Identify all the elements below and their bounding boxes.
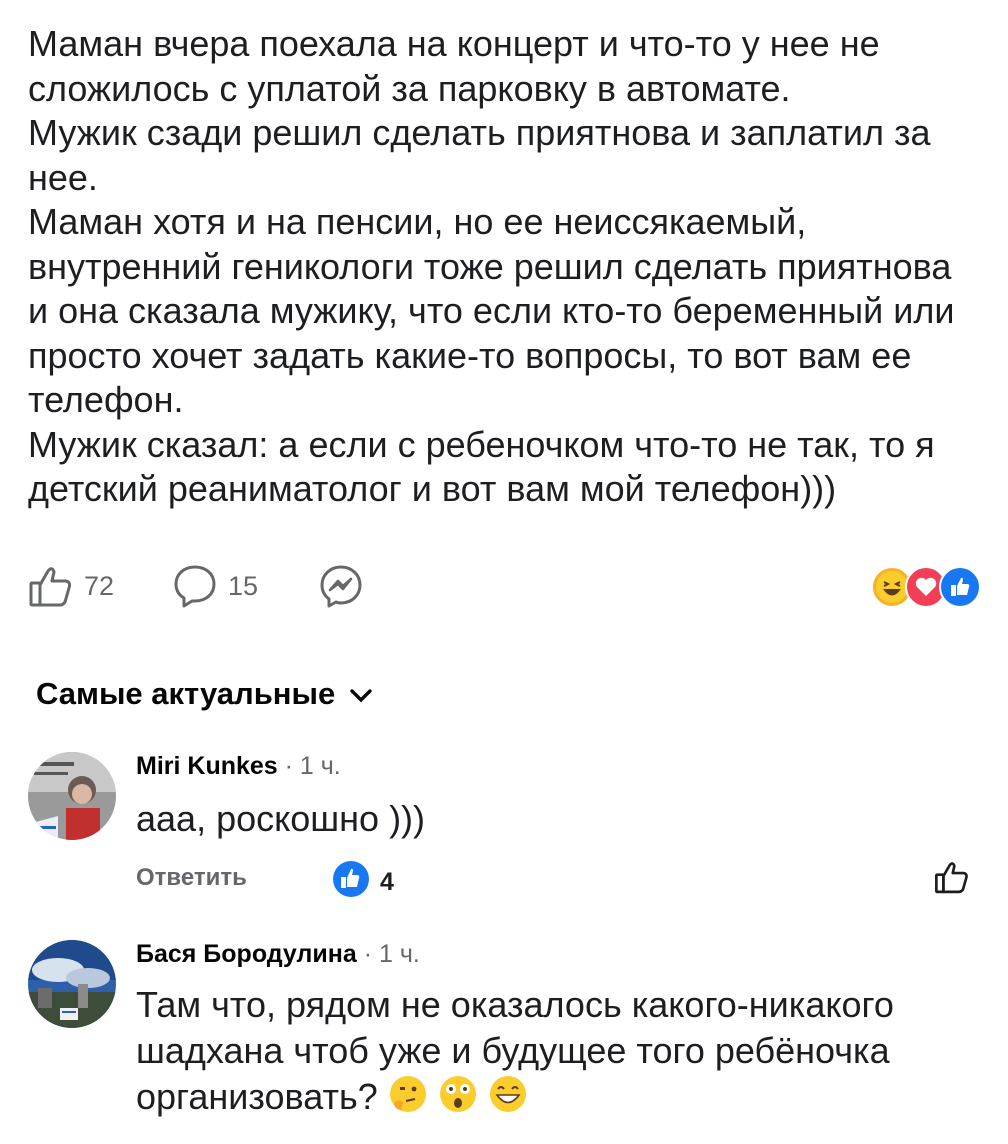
comment-text: ааа, роскошно ))) [136,798,426,839]
post-line: Мужик сказал: а если с ребеночком что-то… [28,423,935,465]
grinning-face-icon [488,1074,528,1125]
author-name[interactable]: Miri Kunkes [136,752,278,780]
like-reaction-icon [332,860,370,905]
like-icon [28,563,74,609]
comment-line: организовать? [136,1074,976,1125]
comment-button[interactable]: 15 [172,558,258,614]
comment-author[interactable]: Miri Kunkes · 1 ч. [136,752,341,781]
like-reaction-icon [939,566,981,608]
comment-count: 15 [228,570,259,601]
astonished-face-icon [438,1074,478,1125]
post-line: просто хочет задать какие-то вопросы, то… [28,334,912,376]
post-line: Маман вчера поехала на концерт и что-то … [28,23,880,64]
post-line: Мужик сзади решил сделать приятнова и за… [28,112,931,153]
like-button[interactable]: 72 [28,558,114,614]
post-text: Маман вчера поехала на концерт и что-то … [28,22,988,512]
post-actions: 72 15 [28,558,988,614]
comment-time: · 1 ч. [284,752,341,780]
comment-author[interactable]: Бася Бородулина · 1 ч. [136,940,420,969]
chevron-down-icon [349,676,373,712]
comment-item: Miri Kunkes · 1 ч. ааа, роскошно ))) Отв… [28,752,988,902]
reactions-summary[interactable] [871,566,981,608]
comment-like-count: 4 [380,868,394,896]
comment-like-button[interactable] [934,858,970,901]
post-line: и она сказала мужику, что если кто-то бе… [28,290,955,331]
sort-dropdown[interactable]: Самые актуальные [36,676,373,712]
like-icon [934,862,970,900]
comment-time: · 1 ч. [363,940,420,968]
messenger-icon [318,563,364,609]
comment-line: Там что, рядом не оказалось какого-никак… [136,984,894,1025]
like-count: 72 [84,570,115,601]
comment-icon [172,563,218,609]
post-line: Маман хотя и на пенсии, но ее неиссякаем… [28,201,807,242]
comment-reactions[interactable]: 4 [332,860,394,905]
avatar[interactable] [28,752,116,840]
comment-text: Там что, рядом не оказалось какого-никак… [136,982,976,1125]
share-messenger-button[interactable] [318,558,364,614]
author-name[interactable]: Бася Бородулина [136,940,357,968]
reply-button[interactable]: Ответить [136,864,247,892]
post-line: нее. [28,156,98,198]
avatar[interactable] [28,940,116,1028]
post-line: телефон. [28,379,184,420]
comment-item: Бася Бородулина · 1 ч. Там что, рядом не… [28,940,988,1140]
post-line: внутренний геникологи тоже решил сделать… [28,245,952,287]
post-line: сложилось с уплатой за парковку в автома… [28,67,791,109]
thinking-face-icon [388,1074,428,1125]
sort-label: Самые актуальные [36,676,336,711]
post-line: детский реаниматолог и вот вам мой телеф… [28,468,837,509]
comment-line-text: организовать? [136,1076,378,1118]
comment-line: шадхана чтоб уже и будущее того ребёночк… [136,1030,890,1071]
